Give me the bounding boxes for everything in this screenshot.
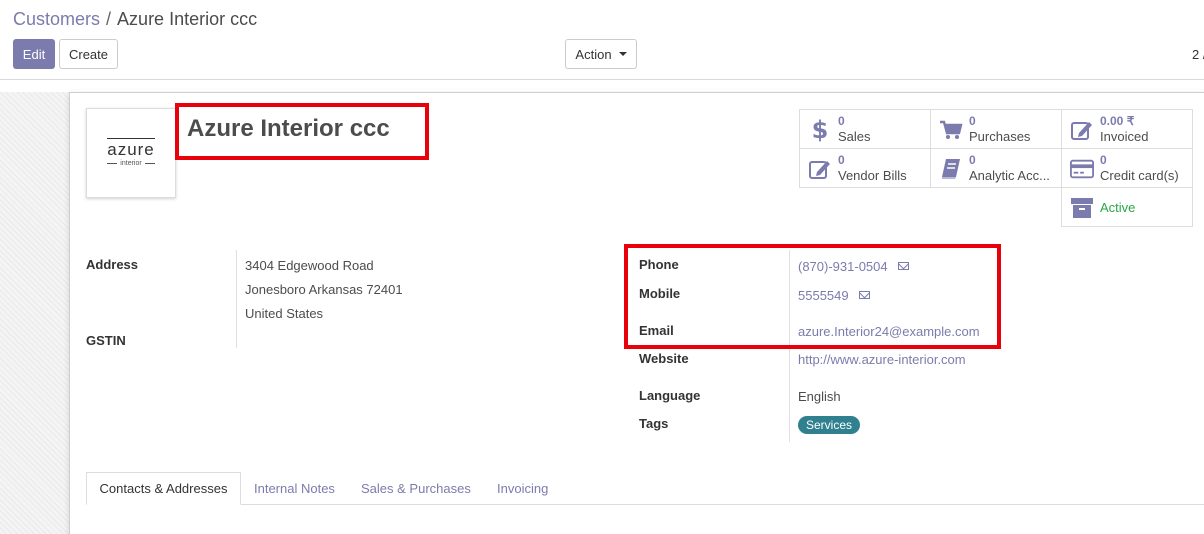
tab-internal-notes[interactable]: Internal Notes xyxy=(242,472,347,505)
credit-card-icon xyxy=(1070,155,1094,183)
address-street: 3404 Edgewood Road xyxy=(245,258,374,273)
control-panel: Customers / Azure Interior ccc Edit Create… xyxy=(0,0,1204,80)
mobile-label: Mobile xyxy=(639,286,681,301)
sales-count: 0 xyxy=(838,114,845,128)
archive-icon xyxy=(1070,194,1094,222)
edit-button[interactable]: Edit xyxy=(13,39,55,69)
address-city-state-zip: Jonesboro Arkansas 72401 xyxy=(245,282,403,297)
vendor-bills-label: Vendor Bills xyxy=(838,168,907,183)
vendor-bills-smart-button[interactable]: 0 Vendor Bills xyxy=(799,148,931,188)
action-label: Action xyxy=(575,46,612,62)
invoiced-smart-button[interactable]: 0.00 ₹ Invoiced xyxy=(1061,109,1193,149)
language-label: Language xyxy=(639,388,701,403)
logo-text: azure xyxy=(107,138,155,159)
pencil-square-icon xyxy=(1070,116,1094,144)
action-dropdown-button[interactable]: Action xyxy=(565,39,637,69)
analytic-label: Analytic Acc... xyxy=(969,168,1050,183)
credit-cards-smart-button[interactable]: 0 Credit card(s) xyxy=(1061,148,1193,188)
right-group-divider xyxy=(789,250,790,442)
sms-envelope-icon[interactable] xyxy=(858,291,870,299)
purchases-label: Purchases xyxy=(969,129,1031,144)
invoiced-label: Invoiced xyxy=(1100,129,1149,144)
tab-sales-purchases[interactable]: Sales & Purchases xyxy=(349,472,483,505)
active-label: Active xyxy=(1100,199,1136,215)
purchases-smart-button[interactable]: 0 Purchases xyxy=(930,109,1062,149)
phone-field: (870)-931-0504 xyxy=(798,259,909,274)
phone-link[interactable]: (870)-931-0504 xyxy=(798,259,888,274)
mobile-field: 5555549 xyxy=(798,288,870,303)
breadcrumb-separator: / xyxy=(106,9,112,29)
logo-subtext: interior xyxy=(104,159,157,168)
tab-invoicing[interactable]: Invoicing xyxy=(485,472,560,505)
form-background xyxy=(0,92,70,534)
email-link[interactable]: azure.Interior24@example.com xyxy=(798,324,980,339)
analytic-accounts-smart-button[interactable]: 0 Analytic Acc... xyxy=(930,148,1062,188)
website-label: Website xyxy=(639,351,689,366)
vendor-bills-count: 0 xyxy=(838,153,845,167)
pager-value[interactable]: 2 / xyxy=(1192,47,1204,62)
purchases-count: 0 xyxy=(969,114,976,128)
mobile-link[interactable]: 5555549 xyxy=(798,288,849,303)
address-label: Address xyxy=(86,257,139,272)
shopping-cart-icon xyxy=(939,116,963,144)
analytic-count: 0 xyxy=(969,153,976,167)
dollar-icon: $ xyxy=(808,116,832,144)
svg-text:$: $ xyxy=(813,117,827,143)
credit-cards-label: Credit card(s) xyxy=(1100,168,1179,183)
book-icon xyxy=(939,155,963,183)
phone-label: Phone xyxy=(639,257,679,272)
sms-envelope-icon[interactable] xyxy=(897,262,909,270)
email-label: Email xyxy=(639,323,674,338)
breadcrumb-customers-link[interactable]: Customers xyxy=(13,9,100,29)
caret-down-icon xyxy=(618,52,627,56)
address-country: United States xyxy=(245,306,324,321)
breadcrumb: Customers / Azure Interior ccc xyxy=(13,9,257,30)
website-link[interactable]: http://www.azure-interior.com xyxy=(798,352,966,367)
gstin-label: GSTIN xyxy=(86,333,126,348)
breadcrumb-current: Azure Interior ccc xyxy=(117,9,258,29)
active-toggle-button[interactable]: Active xyxy=(1061,187,1193,227)
credit-cards-count: 0 xyxy=(1100,153,1107,167)
create-button[interactable]: Create xyxy=(59,39,118,69)
sales-label: Sales xyxy=(838,129,871,144)
tags-label: Tags xyxy=(639,416,669,431)
tab-contacts-addresses[interactable]: Contacts & Addresses xyxy=(86,472,241,505)
left-group-divider xyxy=(236,250,237,348)
edit-icon xyxy=(808,155,832,183)
partner-name: Azure Interior ccc xyxy=(187,115,390,142)
partner-logo[interactable]: azure interior xyxy=(86,108,176,198)
invoiced-amount: 0.00 ₹ xyxy=(1100,114,1135,128)
language-value: English xyxy=(798,389,841,404)
sales-smart-button[interactable]: $ 0 Sales xyxy=(799,109,931,149)
tag-badge: Services xyxy=(798,416,861,434)
